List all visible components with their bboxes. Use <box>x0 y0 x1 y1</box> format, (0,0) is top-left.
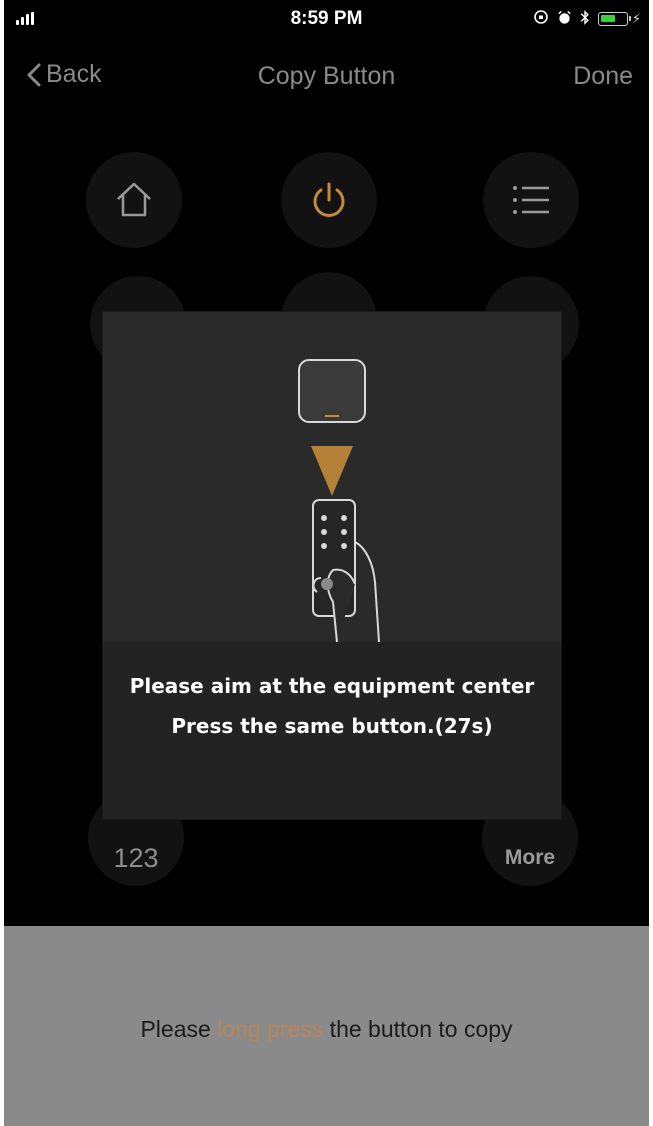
device-icon <box>298 359 366 423</box>
remote-in-hand-icon <box>312 499 380 643</box>
instruction-line-1: Please aim at the equipment center <box>129 674 535 698</box>
hint-text-after: the button to copy <box>323 1016 513 1042</box>
lock-rotation-icon <box>533 9 549 28</box>
instruction-line-2: Press the same button.(27s) <box>171 714 493 738</box>
aim-illustration <box>298 359 380 643</box>
numpad-label: 123 <box>113 842 159 873</box>
navigation-bar: Back Copy Button Done <box>4 50 649 102</box>
power-button[interactable] <box>281 152 377 248</box>
hint-text-before: Please <box>140 1016 218 1042</box>
more-label: More <box>504 846 556 869</box>
home-button[interactable] <box>86 152 182 248</box>
power-icon <box>313 182 345 217</box>
status-bar: 8:59 PM ⚡ <box>4 0 649 40</box>
charging-icon: ⚡ <box>631 10 641 26</box>
bottom-hint-panel: Please long press the button to copy <box>4 926 649 1126</box>
menu-icon <box>513 186 549 214</box>
battery-icon <box>597 11 631 26</box>
menu-button[interactable] <box>483 152 579 248</box>
alarm-icon <box>557 10 572 28</box>
ir-beam-icon <box>311 446 353 496</box>
done-button[interactable]: Done <box>573 62 633 91</box>
phone-screen: 8:59 PM ⚡ Back Copy Button Done 123 More… <box>4 0 649 1126</box>
copy-hint: Please long press the button to copy <box>4 1016 649 1043</box>
status-icons: ⚡ <box>533 9 641 28</box>
page-title: Copy Button <box>257 62 396 90</box>
home-icon <box>117 182 151 217</box>
hint-text-accent: long press <box>217 1016 324 1042</box>
bluetooth-icon <box>580 9 590 28</box>
learning-dialog: Please aim at the equipment center Press… <box>103 312 561 819</box>
illustration <box>103 312 561 643</box>
